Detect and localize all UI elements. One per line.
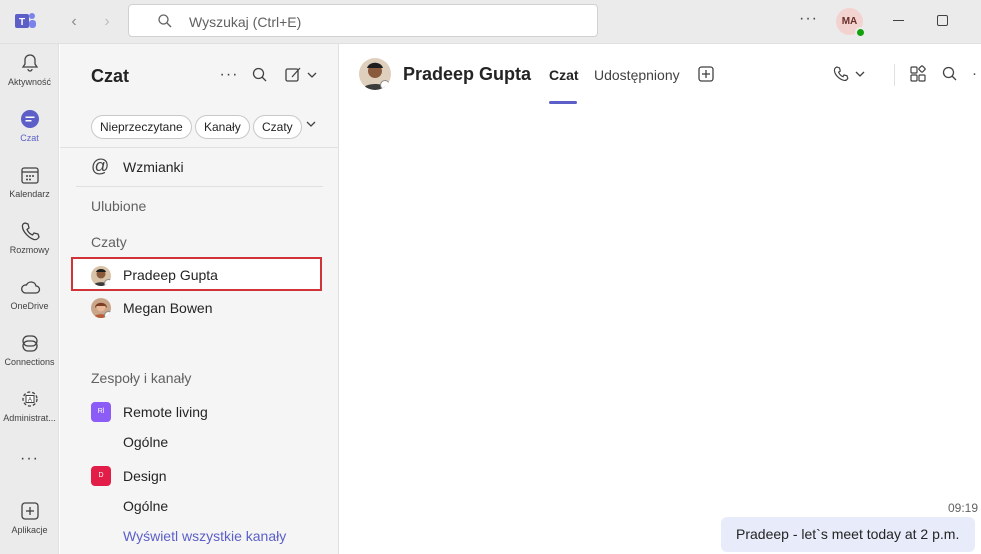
chat-name: Megan Bowen [123, 300, 213, 316]
apps-icon[interactable] [908, 64, 928, 84]
user-initials: MA [841, 16, 858, 27]
chat-more-icon[interactable]: ··· [218, 64, 240, 86]
search-icon [158, 14, 172, 28]
team-name: Remote living [123, 404, 208, 420]
rail-label: Kalendarz [9, 189, 50, 199]
team-item-design[interactable]: D Design [60, 461, 339, 491]
rail-label: Rozmowy [9, 245, 50, 255]
chat-item-pradeep[interactable]: Pradeep Gupta [60, 260, 339, 290]
chats-header[interactable]: Czaty [91, 234, 127, 250]
rail-label: Aplikacje [11, 525, 48, 535]
bell-icon [21, 54, 38, 72]
rail-label: OneDrive [10, 301, 49, 311]
maximize-icon[interactable] [937, 15, 948, 26]
channel-name: Ogólne [123, 434, 169, 450]
chat-icon [20, 110, 39, 128]
rail-label: Aktywność [7, 77, 51, 87]
presence-available-icon [855, 27, 866, 38]
calendar-icon [20, 167, 39, 184]
presence-offline-icon [104, 311, 111, 318]
connections-icon [21, 335, 38, 352]
search-input[interactable]: Wyszukaj (Ctrl+E) [128, 4, 598, 37]
team-avatar: Rl [91, 402, 111, 422]
avatar[interactable] [359, 58, 391, 90]
avatar [91, 298, 111, 318]
title-bar: T ‹ › Wyszukaj (Ctrl+E) ··· MA [0, 0, 981, 44]
chat-search-icon[interactable] [249, 64, 271, 86]
team-avatar: D [91, 466, 111, 486]
presence-offline-icon [104, 279, 111, 286]
more-options-icon[interactable]: ··· [799, 10, 818, 28]
filter-chats-chip[interactable]: Czaty [253, 115, 302, 139]
filter-unread-chip[interactable]: Nieprzeczytane [91, 115, 192, 139]
rail-item-calendar[interactable]: Kalendarz [0, 164, 59, 199]
chat-list-title: Czat [91, 66, 130, 86]
rail-more-icon[interactable]: ··· [0, 450, 59, 468]
filter-channels-chip[interactable]: Kanały [195, 115, 250, 139]
divider [76, 186, 323, 187]
divider [60, 147, 338, 148]
user-avatar[interactable]: MA [836, 8, 866, 38]
back-arrow-icon[interactable]: ‹ [64, 12, 84, 32]
rail-item-chat[interactable]: Czat [0, 108, 59, 143]
show-all-channels-link[interactable]: Wyświetl wszystkie kanały [123, 528, 286, 544]
more-options-icon[interactable]: · [972, 64, 981, 84]
add-app-icon [20, 502, 39, 520]
phone-icon [21, 222, 40, 241]
rail-item-activity[interactable]: Aktywność [0, 52, 59, 87]
conversation-name: Pradeep Gupta [403, 64, 532, 84]
message-bubble[interactable]: Pradeep - let`s meet today at 2 p.m. [721, 517, 975, 552]
at-sign-icon: @ [91, 156, 110, 176]
new-chat-icon[interactable] [283, 64, 321, 86]
favorites-header[interactable]: Ulubione [91, 198, 146, 214]
channel-item-general[interactable]: Ogólne [60, 427, 339, 457]
teams-header[interactable]: Zespoły i kanały [91, 370, 191, 386]
rail-label: Czat [20, 133, 39, 143]
team-name: Design [123, 468, 167, 484]
svg-text:A: A [27, 398, 31, 404]
tab-chat[interactable]: Czat [549, 67, 579, 83]
active-tab-indicator [549, 101, 577, 104]
rail-item-onedrive[interactable]: OneDrive [0, 276, 59, 311]
divider [894, 64, 895, 86]
channel-item-general[interactable]: Ogólne [60, 491, 339, 521]
mentions-item[interactable]: @ Wzmianki [60, 152, 339, 182]
rail-item-connections[interactable]: Connections [0, 332, 59, 367]
admin-icon: A [21, 391, 38, 407]
forward-arrow-icon[interactable]: › [97, 12, 117, 32]
add-tab-icon[interactable] [696, 64, 716, 84]
team-item-remote-living[interactable]: Rl Remote living [60, 397, 339, 427]
chat-list-panel: Czat ··· Nieprzeczytane Kanały Czaty @ W… [60, 44, 339, 554]
channel-name: Ogólne [123, 498, 169, 514]
rail-item-apps[interactable]: Aplikacje [0, 500, 59, 535]
tab-shared[interactable]: Udostępniony [594, 67, 680, 83]
chat-name: Pradeep Gupta [123, 267, 218, 283]
message-timestamp: 09:19 [948, 501, 979, 515]
teams-logo-icon[interactable]: T [13, 10, 37, 32]
conversation-pane: Pradeep Gupta Czat Udostępniony · 09:19 … [340, 44, 981, 554]
rail-label: Administrat... [3, 413, 56, 423]
conversation-header: Pradeep Gupta Czat Udostępniony · [340, 44, 981, 104]
chat-item-megan[interactable]: Megan Bowen [60, 293, 339, 323]
svg-text:T: T [19, 17, 25, 28]
call-dropdown-icon[interactable] [832, 64, 872, 84]
avatar [91, 266, 111, 286]
rail-item-calls[interactable]: Rozmowy [0, 220, 59, 255]
rail-item-admin[interactable]: A Administrat... [0, 388, 59, 423]
cloud-icon [20, 281, 40, 294]
search-placeholder: Wyszukaj (Ctrl+E) [189, 14, 302, 30]
rail-label: Connections [4, 357, 55, 367]
app-rail: Aktywność Czat Kalendarz Rozmowy OneDriv… [0, 44, 59, 554]
mentions-label: Wzmianki [123, 159, 184, 175]
minimize-icon[interactable] [893, 20, 904, 21]
search-conversation-icon[interactable] [940, 64, 960, 84]
filter-chevron-down-icon[interactable] [304, 117, 318, 131]
